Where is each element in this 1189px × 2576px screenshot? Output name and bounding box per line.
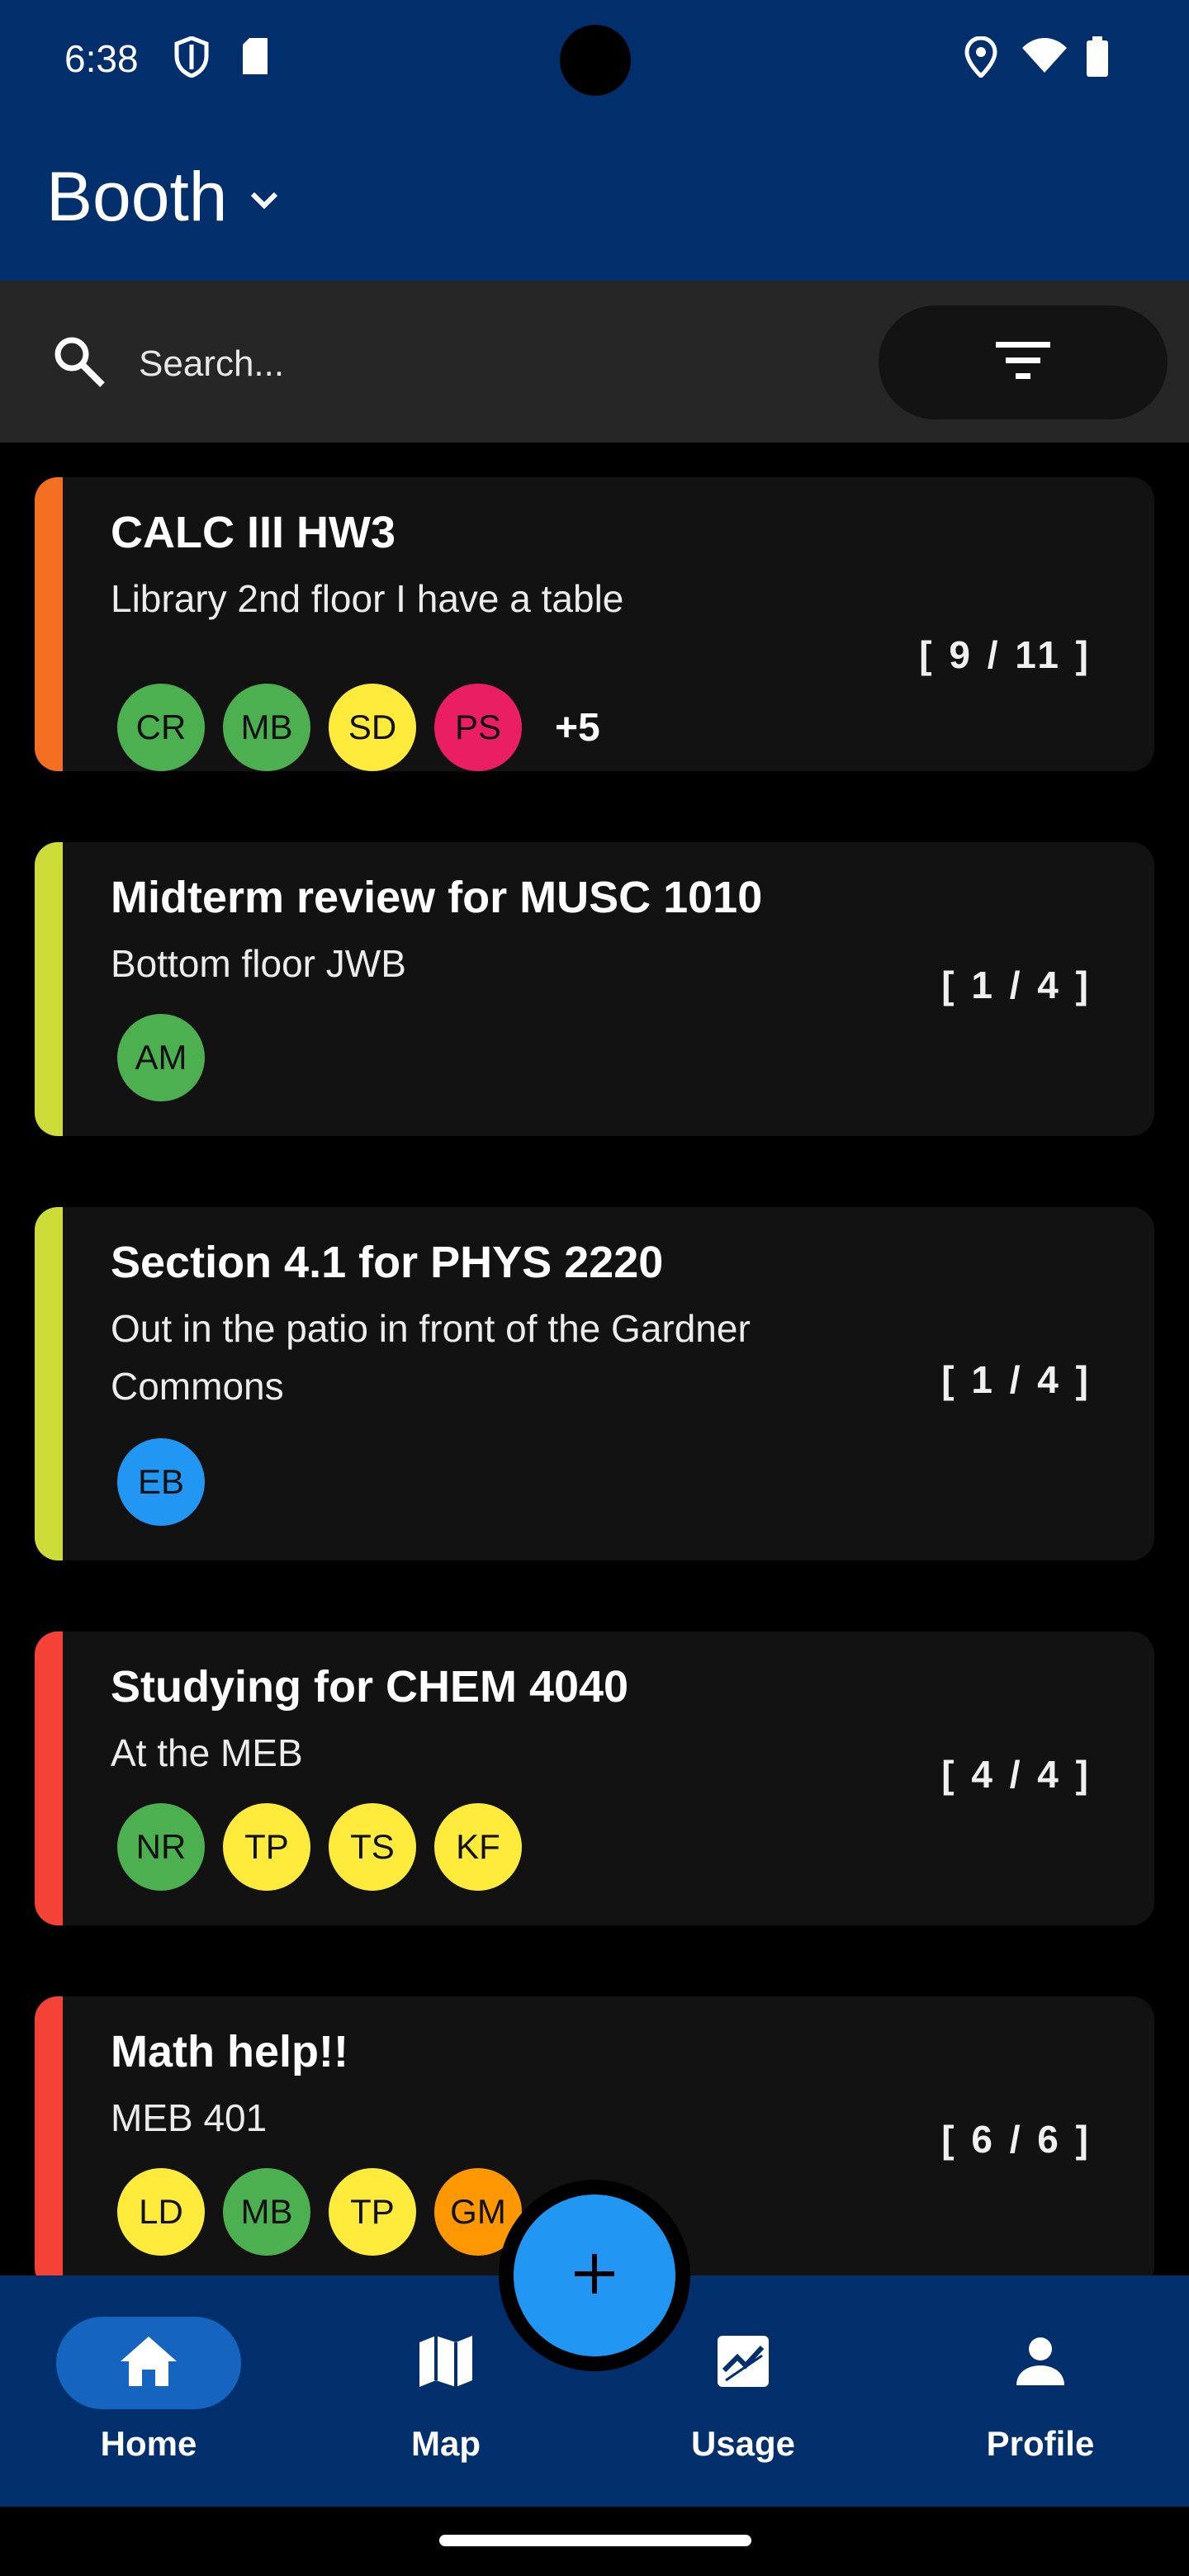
avatar-group: AM — [117, 1014, 205, 1101]
filter-button[interactable] — [879, 305, 1168, 419]
app-bar: Booth — [0, 116, 1189, 281]
avatar: KF — [434, 1803, 522, 1891]
nav-icon-wrap — [948, 2317, 1133, 2409]
avatar: EB — [117, 1438, 205, 1526]
booth-dropdown[interactable]: Booth — [46, 157, 284, 237]
card-title: CALC III HW3 — [111, 508, 396, 557]
card-location: MEB 401 — [111, 2096, 268, 2139]
wifi-icon — [1021, 36, 1068, 78]
card-location: Bottom floor JWB — [111, 942, 406, 985]
nav-map[interactable]: Map — [347, 2317, 545, 2464]
avatar-group: CR MB SD PS +5 — [117, 684, 600, 771]
nav-home[interactable]: Home — [50, 2317, 248, 2464]
search-icon — [50, 332, 107, 394]
card-title: Midterm review for MUSC 1010 — [111, 873, 763, 922]
avatar: NR — [117, 1803, 205, 1891]
card-accent — [35, 1207, 63, 1560]
avatar-group: EB — [117, 1438, 205, 1526]
card-title: Studying for CHEM 4040 — [111, 1662, 629, 1712]
booth-card[interactable]: Studying for CHEM 4040 At the MEB [ 4 / … — [35, 1631, 1154, 1925]
card-location: Library 2nd floor I have a table — [111, 577, 624, 620]
booth-card[interactable]: CALC III HW3 Library 2nd floor I have a … — [35, 477, 1154, 771]
card-accent — [35, 1631, 63, 1925]
card-location: Out in the patio in front of the Gardner… — [111, 1307, 751, 1408]
nav-active-indicator — [56, 2317, 241, 2409]
booth-card[interactable]: Midterm review for MUSC 1010 Bottom floo… — [35, 842, 1154, 1136]
add-booth-button[interactable] — [514, 2195, 675, 2356]
card-count: [ 1 / 4 ] — [941, 964, 1092, 1006]
card-accent — [35, 1996, 63, 2275]
status-time: 6:38 — [64, 37, 139, 80]
nav-profile[interactable]: Profile — [941, 2317, 1139, 2464]
card-count: [ 4 / 4 ] — [941, 1753, 1092, 1796]
search-input[interactable] — [137, 334, 850, 395]
nav-label: Profile — [986, 2424, 1095, 2463]
avatar: SD — [329, 684, 416, 771]
camera-cutout — [560, 25, 631, 96]
card-accent — [35, 477, 63, 771]
map-icon — [418, 2334, 474, 2393]
nav-label: Usage — [690, 2424, 796, 2463]
status-bar: 6:38 — [0, 0, 1189, 116]
more-members-count: +5 — [555, 705, 600, 750]
card-count: [ 1 / 4 ] — [941, 1358, 1092, 1401]
avatar: TS — [329, 1803, 416, 1891]
card-title: Math help!! — [111, 2027, 348, 2076]
filter-icon — [996, 340, 1050, 386]
avatar: MB — [223, 684, 310, 771]
nav-usage[interactable]: Usage — [644, 2317, 842, 2464]
search-bar — [0, 281, 1189, 443]
person-icon — [1015, 2336, 1066, 2391]
page-title: Booth — [46, 158, 228, 235]
sd-card-icon — [239, 36, 271, 80]
nav-label: Map — [411, 2424, 481, 2463]
home-icon — [119, 2335, 178, 2392]
card-count: [ 9 / 11 ] — [919, 633, 1092, 676]
avatar: LD — [117, 2168, 205, 2256]
avatar: AM — [117, 1014, 205, 1101]
card-accent — [35, 842, 63, 1136]
battery-icon — [1085, 36, 1110, 82]
booth-list: CALC III HW3 Library 2nd floor I have a … — [0, 443, 1189, 2275]
nav-icon-wrap — [353, 2317, 538, 2409]
avatar: TP — [329, 2168, 416, 2256]
location-icon — [964, 36, 997, 82]
gesture-handle[interactable] — [439, 2535, 751, 2546]
chevron-down-icon — [244, 157, 284, 237]
avatar-group: NR TP TS KF — [117, 1803, 522, 1891]
avatar: MB — [223, 2168, 310, 2256]
nav-label: Home — [100, 2424, 197, 2463]
chart-icon — [716, 2334, 770, 2393]
card-title: Section 4.1 for PHYS 2220 — [111, 1238, 664, 1287]
shield-icon — [173, 36, 210, 82]
plus-icon — [570, 2249, 619, 2303]
avatar: TP — [223, 1803, 310, 1891]
avatar: CR — [117, 684, 205, 771]
booth-card[interactable]: Section 4.1 for PHYS 2220 Out in the pat… — [35, 1207, 1154, 1560]
avatar: PS — [434, 684, 522, 771]
nav-icon-wrap — [651, 2317, 836, 2409]
card-count: [ 6 / 6 ] — [941, 2118, 1092, 2161]
card-location: At the MEB — [111, 1731, 303, 1774]
